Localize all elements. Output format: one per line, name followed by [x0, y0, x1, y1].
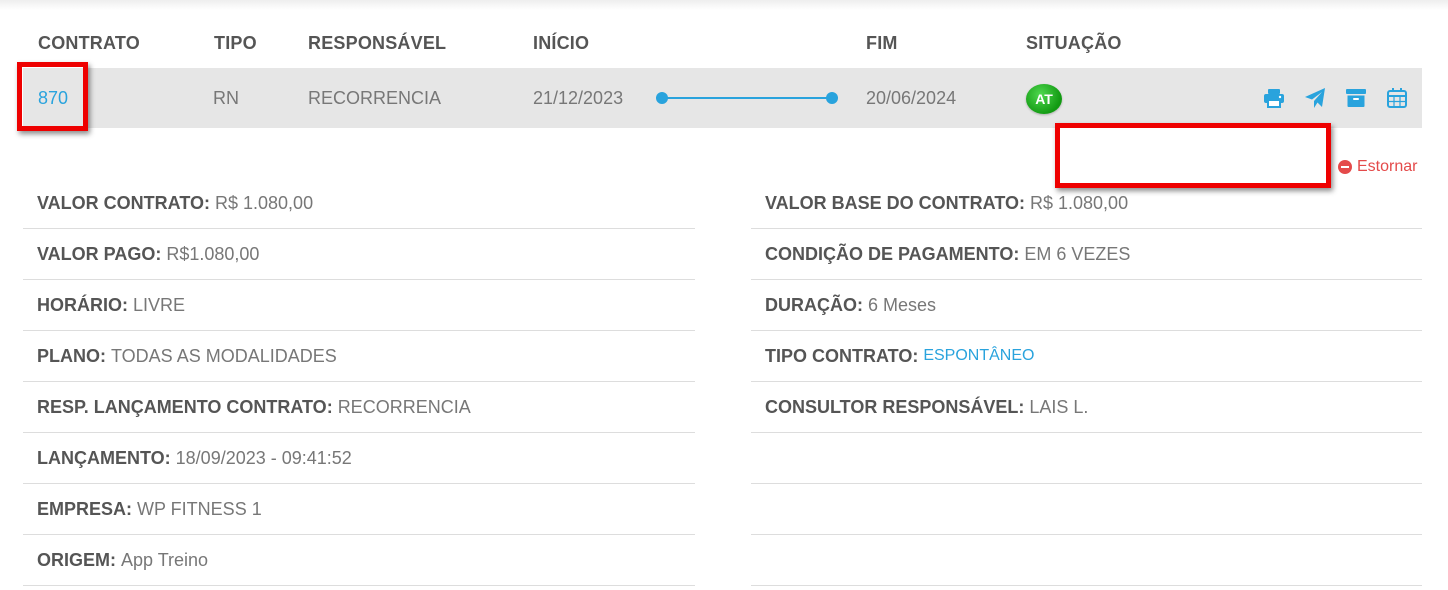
status-badge: AT: [1026, 84, 1062, 114]
detail-consultor: CONSULTOR RESPONSÁVEL: LAIS L.: [751, 382, 1422, 433]
detail-origem: ORIGEM: App Treino: [23, 535, 695, 586]
detail-value: LIVRE: [133, 294, 186, 315]
detail-duracao: DURAÇÃO: 6 Meses: [751, 280, 1422, 331]
contract-end-cell: 20/06/2024: [866, 88, 957, 108]
detail-valor-base: VALOR BASE DO CONTRATO: R$ 1.080,00: [751, 178, 1422, 229]
detail-value: LAIS L.: [1029, 396, 1089, 417]
contract-responsible-cell: RECORRENCIA: [308, 88, 442, 108]
detail-label: CONSULTOR RESPONSÁVEL:: [765, 396, 1025, 417]
detail-value: WP FITNESS 1: [137, 498, 262, 519]
top-shadow: [0, 0, 1448, 10]
header-contrato: CONTRATO: [38, 33, 140, 53]
detail-label: CONDIÇÃO DE PAGAMENTO:: [765, 243, 1020, 264]
detail-value: R$1.080,00: [166, 243, 260, 264]
detail-lancamento: LANÇAMENTO: 18/09/2023 - 09:41:52: [23, 433, 695, 484]
timeline-end-dot: [826, 92, 838, 104]
detail-tipo-contrato: TIPO CONTRATO: ESPONTÂNEO: [751, 331, 1422, 382]
detail-condicao-pagamento: CONDIÇÃO DE PAGAMENTO: EM 6 VEZES: [751, 229, 1422, 280]
send-icon[interactable]: [1303, 86, 1327, 110]
calendar-icon[interactable]: [1385, 86, 1409, 110]
minus-circle-icon: [1338, 160, 1352, 174]
detail-value: TODAS AS MODALIDADES: [111, 345, 337, 366]
timeline-line: [662, 97, 832, 99]
tipo-contrato-link[interactable]: ESPONTÂNEO: [923, 347, 1034, 365]
detail-label: VALOR CONTRATO:: [37, 192, 210, 213]
contract-start-cell: 21/12/2023: [533, 88, 624, 108]
contract-timeline: [656, 91, 838, 105]
detail-label: PLANO:: [37, 345, 106, 366]
detail-value: 18/09/2023 - 09:41:52: [175, 447, 352, 468]
archive-icon[interactable]: [1344, 86, 1368, 110]
detail-resp-lancamento: RESP. LANÇAMENTO CONTRATO: RECORRENCIA: [23, 382, 695, 433]
header-fim: FIM: [866, 33, 898, 53]
detail-empresa: EMPRESA: WP FITNESS 1: [23, 484, 695, 535]
detail-label: HORÁRIO:: [37, 294, 128, 315]
detail-label: EMPRESA:: [37, 498, 133, 519]
detail-value: EM 6 VEZES: [1024, 243, 1131, 264]
detail-value: 6 Meses: [868, 294, 937, 315]
estornar-link[interactable]: Estornar: [1338, 158, 1417, 176]
header-tipo: TIPO: [214, 33, 257, 53]
detail-valor-pago: VALOR PAGO: R$1.080,00: [23, 229, 695, 280]
highlight-box-contract: [17, 62, 88, 131]
contract-type-cell: RN: [213, 88, 239, 108]
header-inicio: INÍCIO: [533, 33, 590, 53]
detail-label: ORIGEM:: [37, 549, 116, 570]
detail-label: VALOR PAGO:: [37, 243, 162, 264]
detail-empty-row: [751, 535, 1422, 586]
detail-value: R$ 1.080,00: [1030, 192, 1129, 213]
detail-label: DURAÇÃO:: [765, 294, 863, 315]
timeline-start-dot: [656, 92, 668, 104]
estornar-label: Estornar: [1357, 158, 1418, 175]
detail-valor-contrato: VALOR CONTRATO: R$ 1.080,00: [23, 178, 695, 229]
header-responsavel: RESPONSÁVEL: [308, 33, 447, 53]
detail-horario: HORÁRIO: LIVRE: [23, 280, 695, 331]
detail-label: RESP. LANÇAMENTO CONTRATO:: [37, 396, 333, 417]
detail-label: TIPO CONTRATO:: [765, 345, 919, 366]
detail-empty-row: [751, 433, 1422, 484]
detail-label: LANÇAMENTO:: [37, 447, 171, 468]
detail-value: App Treino: [121, 549, 209, 570]
detail-plano: PLANO: TODAS AS MODALIDADES: [23, 331, 695, 382]
detail-empty-row: [751, 484, 1422, 535]
details-right-column: VALOR BASE DO CONTRATO: R$ 1.080,00 CONDI…: [751, 178, 1422, 586]
detail-value: R$ 1.080,00: [215, 192, 314, 213]
details-left-column: VALOR CONTRATO: R$ 1.080,00 VALOR PAGO: R$…: [23, 178, 695, 586]
detail-value: RECORRENCIA: [337, 396, 471, 417]
detail-label: VALOR BASE DO CONTRATO:: [765, 192, 1025, 213]
print-icon[interactable]: [1262, 86, 1286, 110]
header-situacao: SITUAÇÃO: [1026, 33, 1122, 53]
